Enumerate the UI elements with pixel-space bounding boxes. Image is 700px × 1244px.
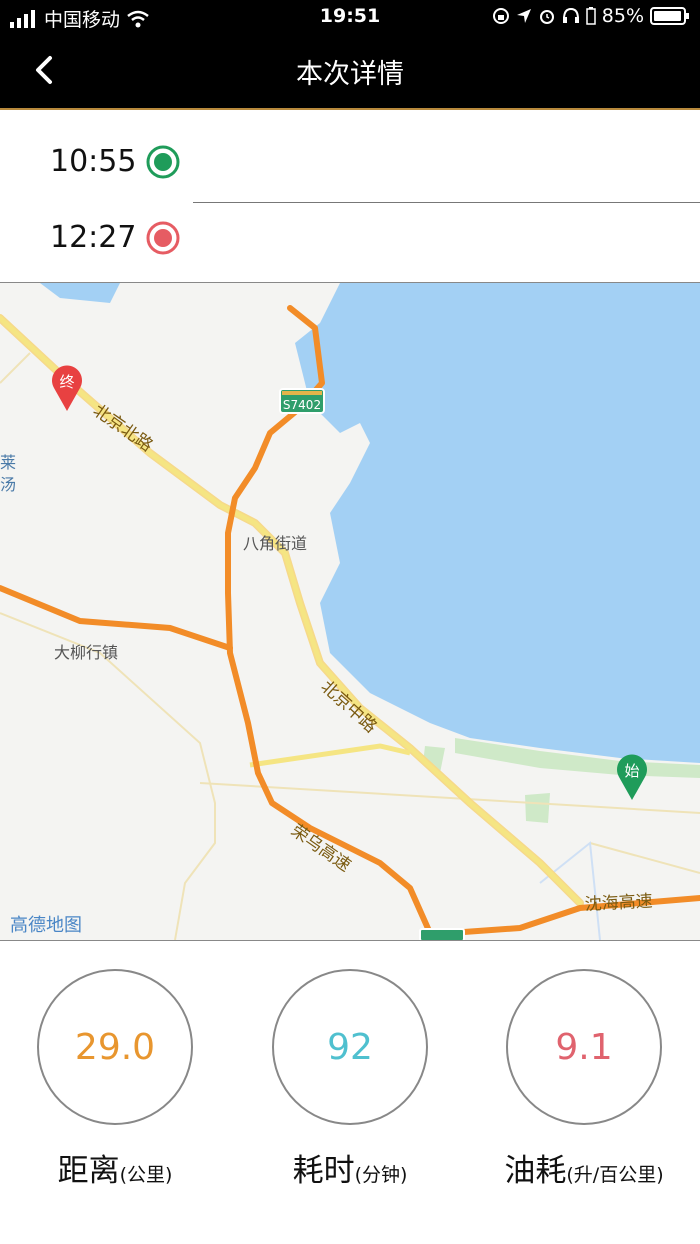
- sea-area: [295, 283, 700, 763]
- distance-stat: 29.0 距离(公里): [0, 969, 235, 1190]
- start-time: 10:55: [50, 144, 137, 179]
- place-label-bajiao: 八角街道: [243, 534, 307, 553]
- fuel-stat: 9.1 油耗(升/百公里): [464, 969, 700, 1190]
- route-map[interactable]: S7402 北京北路 八角街道 大柳行镇 北京中路 荣乌高速 沈海高速 莱 汤 …: [0, 283, 700, 941]
- headphones-icon: [562, 7, 579, 23]
- road-shield-s7402: S7402: [279, 388, 325, 414]
- duration-label-row: 耗时(分钟): [230, 1145, 470, 1190]
- trip-times: 10:55 12:27: [0, 110, 700, 283]
- duration-unit: (分钟): [354, 1164, 408, 1186]
- rotation-lock-icon: [492, 8, 509, 24]
- start-time-row: 10:55: [50, 144, 180, 179]
- end-marker-icon: 终: [51, 365, 82, 411]
- svg-text:始: 始: [624, 762, 639, 780]
- distance-label: 距离: [57, 1153, 120, 1189]
- place-label-daliu: 大柳行镇: [54, 643, 118, 662]
- end-time: 12:27: [50, 220, 137, 255]
- status-bar: 中国移动 19:51 85%: [0, 0, 700, 34]
- trip-stats: 29.0 距离(公里) 92 耗时(分钟) 9.1 油耗(升/百公里): [0, 941, 700, 1244]
- divider: [193, 202, 700, 203]
- road-label-beijing-north: 北京北路: [89, 401, 156, 456]
- duration-stat: 92 耗时(分钟): [230, 969, 470, 1190]
- map-canvas: S7402 北京北路 八角街道 大柳行镇 北京中路 荣乌高速 沈海高速 莱 汤 …: [0, 283, 700, 940]
- duration-value: 92: [272, 969, 428, 1125]
- svg-text:S7402: S7402: [283, 398, 321, 412]
- start-marker-icon: 始: [617, 754, 648, 800]
- battery-percent: 85%: [601, 5, 644, 27]
- end-dot-icon: [146, 221, 180, 254]
- duration-label: 耗时: [292, 1153, 355, 1189]
- place-label-tang: 汤: [0, 475, 16, 494]
- distance-label-row: 距离(公里): [0, 1145, 235, 1190]
- svg-text:终: 终: [59, 373, 74, 391]
- navigation-bar: 本次详情: [0, 34, 700, 110]
- fuel-unit: (升/百公里): [566, 1164, 664, 1186]
- start-dot-icon: [146, 145, 180, 178]
- alarm-icon: [539, 10, 554, 24]
- fuel-value: 9.1: [506, 969, 662, 1125]
- battery-charging-icon: [586, 7, 596, 25]
- fuel-label-row: 油耗(升/百公里): [464, 1145, 700, 1190]
- distance-value: 29.0: [37, 969, 193, 1125]
- amap-logo: 高德地图: [10, 915, 82, 936]
- road-label-shenhai: 沈海高速: [584, 891, 653, 915]
- page-title: 本次详情: [296, 59, 404, 90]
- distance-unit: (公里): [119, 1164, 173, 1186]
- place-label-lai: 莱: [0, 453, 16, 472]
- end-time-row: 12:27: [50, 220, 180, 255]
- location-arrow-icon: [516, 9, 531, 23]
- fuel-label: 油耗: [504, 1153, 567, 1189]
- battery-icon: [650, 7, 689, 25]
